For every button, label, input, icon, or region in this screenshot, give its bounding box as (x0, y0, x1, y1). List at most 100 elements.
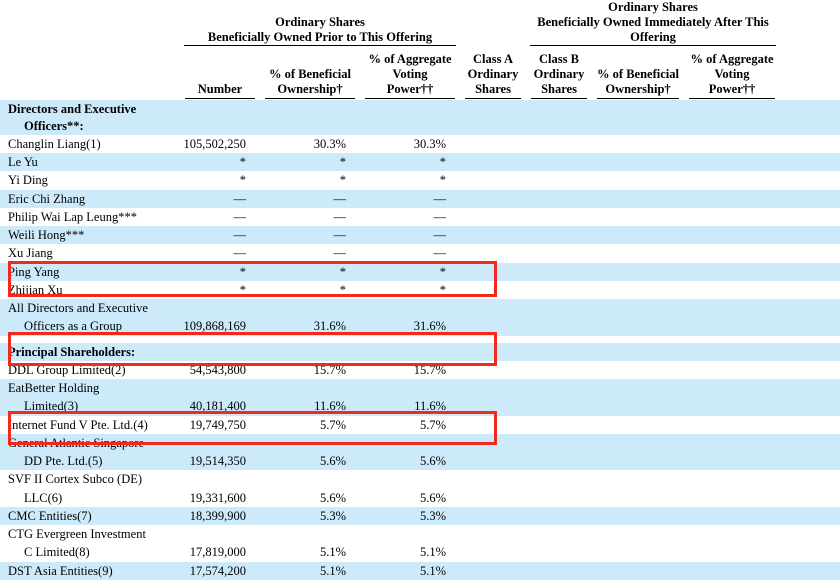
column-header-beneficial-ownership-after: % of Beneficial Ownership† (592, 47, 684, 100)
cell-class-b (526, 153, 592, 171)
column-header-aggregate-voting-power: % of Aggregate Voting Power†† (360, 47, 460, 100)
row-blank (684, 299, 780, 317)
cell-benefical-pct: 30.3% (260, 135, 360, 153)
cell-number: * (180, 281, 260, 299)
cell-voting-pct-after (684, 190, 780, 208)
row-tail-spacer (780, 562, 840, 580)
row-blank (180, 470, 260, 488)
row-blank (592, 299, 684, 317)
header-group-row: Ordinary Shares Beneficially Owned Prior… (0, 0, 840, 47)
table-row-xu-jiang: Xu Jiang——— (0, 244, 840, 262)
table-row-eatbetter-holding-line1: EatBetter Holding (0, 379, 840, 397)
cell-class-a (460, 489, 526, 507)
cell-number: 19,331,600 (180, 489, 260, 507)
section-title-principal-shareholders: Principal Shareholders: (0, 343, 840, 361)
section-title-line: Principal Shareholders: (8, 344, 180, 360)
table-row-changlin-liang-1: Changlin Liang(1)105,502,25030.3%30.3% (0, 135, 840, 153)
section-gap (0, 336, 840, 343)
row-tail-spacer (780, 452, 840, 470)
row-label: CMC Entities(7) (0, 507, 180, 525)
section-title-blank (526, 343, 592, 361)
cell-benefical-pct: 11.6% (260, 397, 360, 415)
row-tail-spacer (780, 190, 840, 208)
cell-number: 105,502,250 (180, 135, 260, 153)
table-row-general-atlantic-singapore: DD Pte. Ltd.(5)19,514,3505.6%5.6% (0, 452, 840, 470)
row-tail-spacer (780, 171, 840, 189)
cell-class-a (460, 263, 526, 281)
column-header-aggregate-voting-power-l1: Voting (365, 67, 455, 82)
column-header-class-a-l0: Class A (465, 52, 521, 67)
column-header-aggregate-voting-power-after: % of Aggregate Voting Power†† (684, 47, 780, 100)
row-label: General Atlantic Singapore (0, 434, 180, 452)
cell-class-a (460, 543, 526, 561)
cell-number: — (180, 226, 260, 244)
cell-class-a (460, 452, 526, 470)
column-header-class-a-l2: Shares (465, 82, 521, 97)
cell-class-a (460, 281, 526, 299)
row-tail-spacer (780, 543, 840, 561)
row-blank (684, 470, 780, 488)
cell-voting-pct: 5.3% (360, 507, 460, 525)
column-header-aggregate-voting-power-underline (365, 98, 455, 99)
column-header-aggregate-voting-power-after-underline (689, 98, 775, 99)
table-row-le-yu: Le Yu*** (0, 153, 840, 171)
row-label: Changlin Liang(1) (0, 135, 180, 153)
cell-class-a (460, 397, 526, 415)
cell-benefical-pct: 5.1% (260, 543, 360, 561)
cell-class-a (460, 416, 526, 434)
row-blank (460, 299, 526, 317)
row-blank (260, 379, 360, 397)
row-blank (684, 379, 780, 397)
table-row-all-directors-and-executive: Officers as a Group109,868,16931.6%31.6% (0, 317, 840, 335)
column-header-aggregate-voting-power-after-l2: Power†† (689, 82, 775, 97)
section-title-blank (260, 343, 360, 361)
row-label-continued: C Limited(8) (0, 543, 180, 561)
header-tail-spacer (780, 47, 840, 100)
cell-class-a (460, 226, 526, 244)
cell-benefical-pct-after (592, 452, 684, 470)
row-label-continued: Officers as a Group (0, 317, 180, 335)
beneficial-ownership-table-page: Ordinary Shares Beneficially Owned Prior… (0, 0, 840, 522)
column-header-aggregate-voting-power-after-l0: % of Aggregate (689, 52, 775, 67)
row-label: All Directors and Executive (0, 299, 180, 317)
row-tail-spacer (780, 379, 840, 397)
column-header-class-b-ordinary-shares: Class B Ordinary Shares (526, 47, 592, 100)
row-blank (180, 525, 260, 543)
cell-benefical-pct: * (260, 263, 360, 281)
column-header-aggregate-voting-power-after-l1: Voting (689, 67, 775, 82)
row-blank (180, 434, 260, 452)
cell-benefical-pct-after (592, 281, 684, 299)
column-header-class-a-l1: Ordinary (465, 67, 521, 82)
row-blank (592, 525, 684, 543)
header-group-prior-rule (184, 45, 456, 46)
row-label: SVF II Cortex Subco (DE) (0, 470, 180, 488)
row-label: DST Asia Entities(9) (0, 562, 180, 580)
column-header-aggregate-voting-power-l2: Power†† (365, 82, 455, 97)
row-tail-spacer (780, 470, 840, 488)
cell-voting-pct-after (684, 317, 780, 335)
column-header-class-a-ordinary-shares: Class A Ordinary Shares (460, 47, 526, 100)
cell-voting-pct: — (360, 226, 460, 244)
column-header-class-b-underline (531, 98, 587, 99)
row-blank (460, 379, 526, 397)
cell-voting-pct: 5.1% (360, 543, 460, 561)
row-blank (592, 470, 684, 488)
row-blank (260, 434, 360, 452)
header-right-spacer (780, 0, 840, 47)
cell-class-a (460, 190, 526, 208)
row-blank (526, 434, 592, 452)
cell-voting-pct: — (360, 244, 460, 262)
cell-voting-pct-after (684, 452, 780, 470)
row-blank (360, 299, 460, 317)
cell-voting-pct-after (684, 281, 780, 299)
cell-benefical-pct: * (260, 281, 360, 299)
cell-number: 19,749,750 (180, 416, 260, 434)
cell-class-a (460, 361, 526, 379)
cell-benefical-pct: — (260, 190, 360, 208)
cell-benefical-pct-after (592, 416, 684, 434)
cell-class-b (526, 190, 592, 208)
row-tail-spacer (780, 525, 840, 543)
row-blank (684, 434, 780, 452)
section-title-blank (592, 100, 684, 135)
cell-benefical-pct-after (592, 507, 684, 525)
